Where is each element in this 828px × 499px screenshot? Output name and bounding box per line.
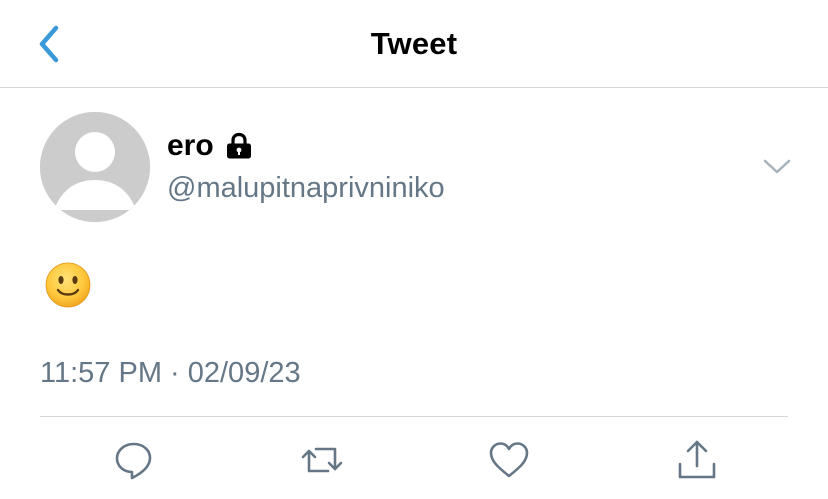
author-name-row[interactable]: ero [167, 128, 254, 164]
display-name: ero [167, 129, 214, 162]
share-icon [678, 440, 716, 479]
avatar[interactable] [40, 112, 150, 222]
reply-button[interactable] [112, 438, 156, 482]
tweet-timestamp: 11:57 PM · 02/09/23 [40, 357, 301, 389]
share-button[interactable] [675, 438, 719, 482]
retweet-icon [301, 447, 343, 473]
default-avatar-icon [40, 112, 150, 222]
reply-icon [115, 442, 152, 480]
retweet-button[interactable] [300, 438, 344, 482]
more-options-button[interactable] [755, 150, 799, 184]
divider [40, 416, 788, 417]
chevron-down-icon [763, 159, 791, 174]
like-button[interactable] [487, 438, 531, 482]
page-title: Tweet [370, 26, 458, 61]
slightly-smiling-face-emoji [45, 262, 91, 308]
tweet-text: 🙂 [44, 261, 92, 309]
heart-icon [489, 442, 529, 478]
user-handle[interactable]: @malupitnaprivniniko [167, 170, 445, 206]
nav-bar: Tweet [0, 0, 828, 88]
lock-icon [224, 131, 254, 161]
